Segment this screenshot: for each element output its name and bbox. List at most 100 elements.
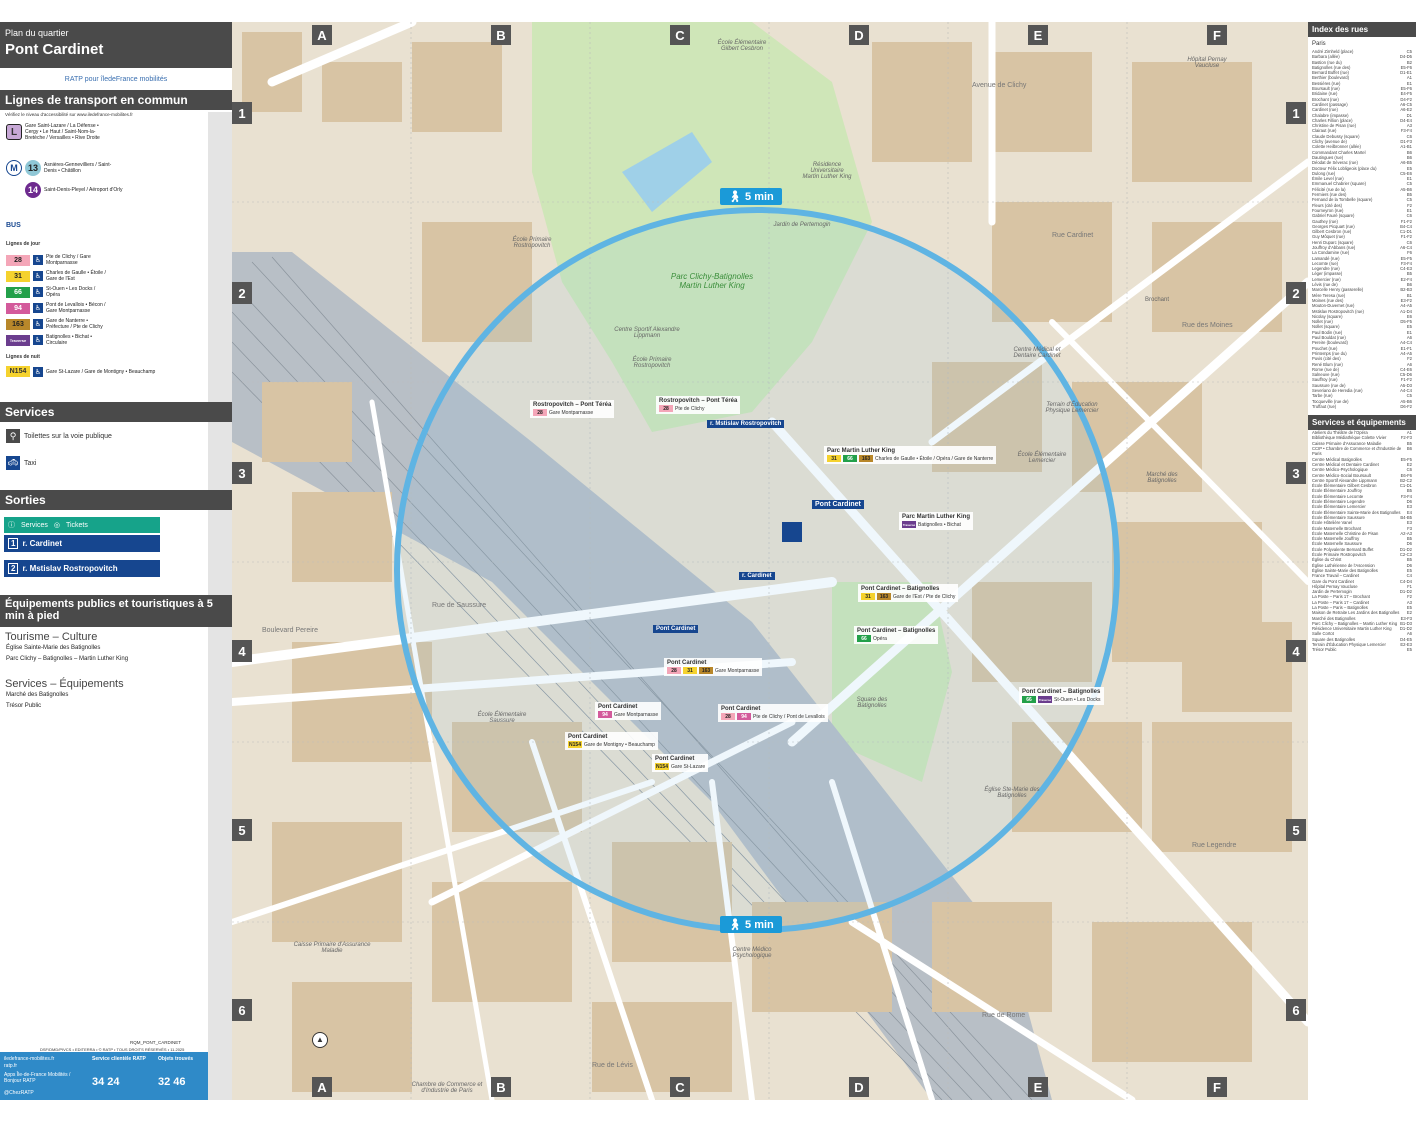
- place-label[interactable]: Centre Médico Psychologique: [722, 947, 782, 959]
- accessible-icon: ♿: [33, 366, 43, 377]
- bus-stop-label[interactable]: Pont Cardinet 28 31 163 Gare Montparnasse: [664, 658, 763, 676]
- service-taxi-label: Taxi: [24, 459, 37, 467]
- bus-row-n154[interactable]: N154 ♿ Gare St-Lazare / Gare de Montigny…: [6, 366, 155, 377]
- place-label[interactable]: École Élémentaire Lemercier: [1012, 452, 1072, 464]
- place-label[interactable]: Jardin de Pertemogin: [772, 222, 832, 228]
- bus-stop-label[interactable]: Pont Cardinet – Batignolles 66 Opéra: [854, 626, 939, 644]
- bus-badge: 66: [6, 286, 30, 298]
- bus-row[interactable]: 31 ♿ Charles de Gaulle • Étoile / Gare de …: [6, 270, 106, 282]
- index-entry[interactable]: Truffaut (rue) D6-F2: [1308, 404, 1416, 409]
- bus-stop-label[interactable]: Pont Cardinet 28 94 Pte de Clichy / Pont de…: [718, 704, 828, 722]
- bus-stop-name: Rostropovitch – Pont Téréa: [659, 398, 738, 404]
- station-marker: [782, 522, 802, 542]
- social-handle[interactable]: @ChezRATP: [4, 1090, 34, 1096]
- bus-stop-label[interactable]: Pont Cardinet 94 Gare Montparnasse: [595, 702, 662, 720]
- map-canvas: [232, 22, 1308, 1100]
- park-label[interactable]: Parc Clichy-Batignolles Martin Luther Ki…: [662, 272, 762, 290]
- index-entry[interactable]: CCIP • Chambre de Commerce et d'Industri…: [1308, 446, 1416, 457]
- exit-services-tickets[interactable]: ⓘ Services ◎ Tickets: [4, 517, 160, 533]
- place-label[interactable]: École Élémentaire Gilbert Cesbron: [712, 40, 772, 52]
- partner-logos: RATP pour îledeFrance mobilités: [0, 68, 232, 90]
- bus-row[interactable]: 28 ♿ Pte de Clichy / Gare Montparnasse: [6, 254, 106, 266]
- bus-line-badge: 31: [683, 667, 697, 674]
- index-services-title: Services et équipements: [1308, 415, 1416, 431]
- grid-col-a-bottom: A: [312, 1077, 332, 1097]
- place-label[interactable]: Terrain d'Éducation Physique Lemercier: [1042, 402, 1102, 414]
- grid-row-4-right: 4: [1286, 640, 1306, 662]
- place-label[interactable]: Chambre de Commerce et d'Industrie de Pa…: [402, 1082, 492, 1094]
- bus-destination: Pont de Levallois • Bécon / Gare Montpar…: [46, 302, 106, 314]
- place-label[interactable]: Hôpital Pernay Vaucluse: [1177, 57, 1237, 69]
- place-label[interactable]: Caisse Primaire d'Assurance Maladie: [292, 942, 372, 954]
- bus-line-badge: Traverse: [902, 521, 916, 528]
- station-label-rail[interactable]: Pont Cardinet: [653, 625, 699, 633]
- bus-stop-direction: St-Ouen • Les Docks: [1054, 696, 1101, 703]
- place-label[interactable]: École Élémentaire Saussure: [472, 712, 532, 724]
- place-label[interactable]: Centre Médical et Dentaire Cardinet: [1002, 347, 1072, 359]
- metro-14-badge: 14: [25, 182, 41, 198]
- poi-item[interactable]: Marché des Batignolles: [6, 692, 68, 698]
- bus-stop-label[interactable]: Rostropovitch – Pont Téréa 28 Pte de Clich…: [656, 396, 741, 414]
- customer-service-phone[interactable]: 34 24: [92, 1076, 120, 1088]
- service-taxi[interactable]: 🚕︎ Taxi: [6, 456, 36, 470]
- lost-found-phone[interactable]: 32 46: [158, 1076, 186, 1088]
- bus-stop-label[interactable]: Rostropovitch – Pont Téréa 28 Gare Montpar…: [530, 400, 615, 418]
- website-link[interactable]: iledefrance-mobilites.fr: [4, 1056, 54, 1062]
- website-link-ratp[interactable]: ratp.fr: [4, 1063, 17, 1069]
- bus-row[interactable]: 163 ♿ Gare de Nanterre • Préfecture / Pte …: [6, 318, 106, 330]
- grid-row-6-right: 6: [1286, 999, 1306, 1021]
- street-label: Rue Cardinet: [1052, 232, 1094, 239]
- footer-contact: iledefrance-mobilites.fr ratp.fr Apps Îl…: [0, 1052, 208, 1100]
- place-label[interactable]: Résidence Universitaire Martin Luther Ki…: [802, 162, 852, 180]
- rer-l-row[interactable]: L Gare Saint-Lazare / La Défense • Cergy…: [6, 123, 105, 141]
- bus-row[interactable]: 66 ♿ St-Ouen • Les Docks / Opéra: [6, 286, 106, 298]
- bus-stop-direction: Pte de Clichy: [675, 405, 705, 412]
- info-icon: ⓘ: [8, 522, 15, 529]
- bus-stop-label[interactable]: Parc Martin Luther King Traverse Batignoll…: [899, 512, 974, 530]
- bus-stop-direction: Gare de Montigny • Beauchamp: [584, 741, 655, 748]
- exit-2[interactable]: 2 r. Mstislav Rostropovitch: [4, 560, 160, 577]
- index-street-name: Truffaut (rue): [1312, 403, 1337, 409]
- bus-stop-label[interactable]: Pont Cardinet – Batignolles 31 163 Gare de …: [858, 584, 959, 602]
- metro-14-row[interactable]: 14 Saint-Denis-Pleyel / Aéroport d'Orly: [25, 182, 124, 198]
- exit-1[interactable]: 1 r. Cardinet: [4, 535, 160, 552]
- poi-item[interactable]: Parc Clichy – Batignolles – Martin Luthe…: [6, 656, 128, 662]
- bus-stop-direction: Pte de Clichy / Pont de Levallois: [753, 713, 825, 720]
- metro-13-row[interactable]: M 13 Asnières-Gennevilliers / Saint-Deni…: [6, 160, 124, 176]
- place-label[interactable]: Église Ste-Marie des Batignolles: [982, 787, 1042, 799]
- grid-col-d-bottom: D: [849, 1077, 869, 1097]
- index-grid-ref: D6-F2: [1400, 403, 1412, 409]
- place-label[interactable]: École Primaire Rostropovitch: [622, 357, 682, 369]
- index-title: Index des rues: [1308, 22, 1416, 37]
- bus-row[interactable]: Traverse ♿ Batignolles • Bichat • Circulai…: [6, 334, 106, 346]
- map-exit-rostropovitch[interactable]: r. Mstislav Rostropovitch: [707, 420, 785, 428]
- place-label[interactable]: Brochant: [1132, 297, 1182, 303]
- service-toilets[interactable]: ⚲ Toilettes sur la voie publique: [6, 429, 112, 443]
- bus-badge: 28: [6, 254, 30, 266]
- neighbourhood-map[interactable]: A B C D E F A B C D E F 1 2 3 4 5 6 1 2 …: [232, 22, 1308, 1100]
- bus-stop-label[interactable]: Pont Cardinet N154 Gare de Montigny • Beau…: [565, 732, 658, 750]
- place-label[interactable]: Square des Batignolles: [842, 697, 902, 709]
- bus-title: BUS: [6, 222, 21, 229]
- bus-stop-label[interactable]: Pont Cardinet N154 Gare St-Lazare: [652, 754, 709, 772]
- poi-item[interactable]: Trésor Public: [6, 703, 41, 709]
- bus-stop-label[interactable]: Parc Martin Luther King 31 66 163 Charles de…: [824, 446, 997, 464]
- place-label[interactable]: Centre Sportif Alexandre Lippmann: [612, 327, 682, 339]
- place-label[interactable]: Marché des Batignolles: [1132, 472, 1192, 484]
- ticket-icon: ◎: [53, 522, 60, 529]
- station-label[interactable]: Pont Cardinet: [812, 500, 864, 509]
- rer-l-destination: Gare Saint-Lazare / La Défense • Cergy •…: [25, 123, 100, 141]
- map-exit-cardinet[interactable]: r. Cardinet: [739, 572, 775, 580]
- rer-l-badge: L: [6, 124, 22, 140]
- bus-stop-label[interactable]: Pont Cardinet – Batignolles 66 Traverse St-…: [1019, 687, 1104, 705]
- bus-line-badge: 163: [859, 455, 873, 462]
- street-label: Rue Legendre: [1192, 842, 1237, 849]
- bus-line-badge: 28: [659, 405, 673, 412]
- poi-item[interactable]: Église Sainte-Marie des Batignolles: [6, 645, 100, 651]
- bus-row[interactable]: 94 ♿ Pont de Levallois • Bécon / Gare Mont…: [6, 302, 106, 314]
- grid-row-1: 1: [232, 102, 252, 124]
- bus-badge: 163: [6, 318, 30, 330]
- grid-col-e: E: [1028, 25, 1048, 45]
- index-entry[interactable]: Trésor Public E5: [1308, 647, 1416, 652]
- place-label[interactable]: École Primaire Rostropovitch: [502, 237, 562, 249]
